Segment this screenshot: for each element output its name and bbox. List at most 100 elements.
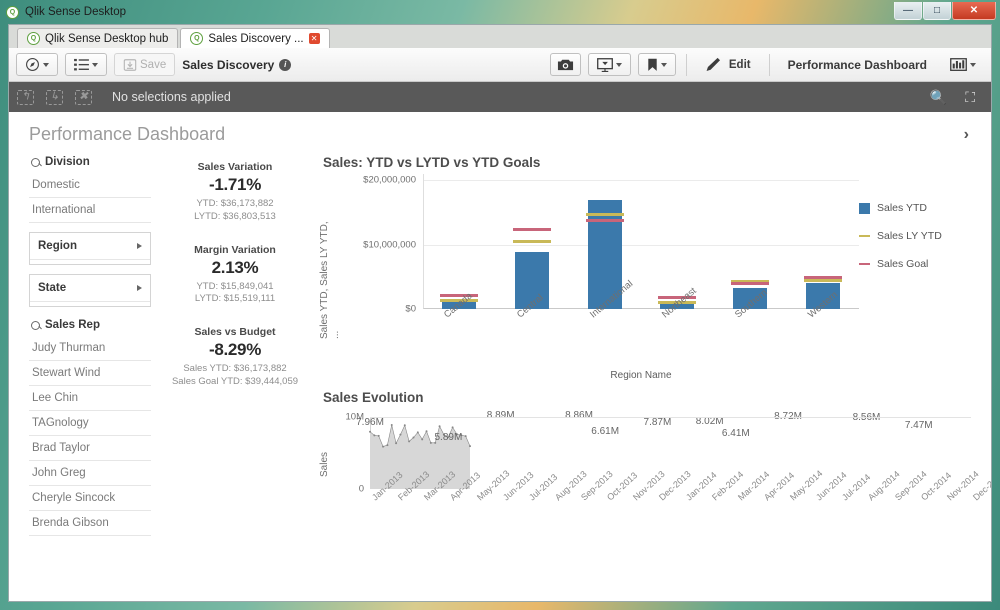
search-icon[interactable]: 🔍 [930,89,947,106]
data-point[interactable] [395,442,398,445]
list-item[interactable]: TAGnology [29,411,151,436]
toolbar-divider [685,53,687,76]
kpi-title: Margin Variation [194,243,276,256]
save-icon [123,58,137,71]
chevron-right-icon[interactable] [137,243,142,249]
filter-sales-rep: Sales Rep Judy Thurman Stewart Wind Lee … [29,316,151,536]
data-point[interactable] [373,434,376,437]
tab-hub-label: Qlik Sense Desktop hub [45,32,169,45]
list-item[interactable]: Brad Taylor [29,436,151,461]
chevron-down-icon [43,62,49,67]
tab-close-icon[interactable]: ✕ [308,33,320,44]
story-button[interactable] [587,53,631,76]
data-point[interactable] [408,440,411,443]
close-button[interactable]: ✕ [952,2,996,20]
legend-item[interactable]: Sales LY YTD [859,230,967,242]
sheet-header: Performance Dashboard › [9,112,991,149]
filter-division-title: Division [45,156,90,168]
tab-sales-discovery[interactable]: Q Sales Discovery ... ✕ [180,28,330,48]
filter-state-title: State [38,282,67,294]
data-point[interactable] [429,441,432,444]
data-point[interactable] [438,425,441,428]
search-icon[interactable] [31,157,40,167]
os-window-title: Qlik Sense Desktop [25,6,126,18]
area-chart-plot: 10M 0 7.96M 5.89M 8.89M 8.86M 6.61M 7.87M 8.02M… [330,409,991,559]
chevron-down-icon [92,62,98,67]
area-chart[interactable]: Sales Evolution Sales 10M 0 7.96M 5.89M 8.8… [319,390,991,559]
search-icon[interactable] [31,320,40,330]
data-label: 6.41M [721,427,750,439]
list-item[interactable]: Lee Chin [29,386,151,411]
bookmark-button[interactable] [637,53,676,76]
legend-item[interactable]: Sales YTD [859,202,967,214]
data-point[interactable] [403,424,406,427]
filter-region[interactable]: Region [29,232,151,265]
chevron-down-icon [660,62,667,67]
clear-selections-icon[interactable]: ✖ [75,89,92,105]
edit-button[interactable]: Edit [697,53,759,76]
data-point[interactable] [386,444,389,447]
data-point[interactable] [451,426,454,429]
legend-label: Sales YTD [877,202,927,214]
snapshot-button[interactable] [549,53,581,76]
maximize-button[interactable]: □ [923,2,951,20]
data-point[interactable] [369,430,371,433]
data-point[interactable] [425,430,428,433]
legend-swatch [859,202,870,214]
list-item[interactable]: Judy Thurman [29,336,151,361]
info-icon[interactable]: i [279,58,292,71]
selection-bar: ↰ ↳ ✖ No selections applied 🔍 ⛶ [9,82,991,112]
minimize-button[interactable]: — [894,2,922,20]
bar-chart-y-ticks: $20,000,000 $10,000,000 $0 [341,174,421,315]
axis-tick-label: $20,000,000 [363,174,416,186]
legend-label: Sales Goal [877,258,929,270]
area-chart-title: Sales Evolution [323,390,424,405]
tab-hub[interactable]: Q Qlik Sense Desktop hub [17,28,179,48]
data-point[interactable] [421,438,424,441]
kpi-subline: LYTD: $36,803,513 [194,210,276,222]
legend-item[interactable]: Sales Goal [859,258,967,270]
data-point[interactable] [469,445,471,448]
tab-strip: Q Qlik Sense Desktop hub Q Sales Discove… [9,25,991,48]
selection-tool-icon[interactable]: ⛶ [965,89,975,106]
bar-group[interactable] [803,174,842,309]
data-point[interactable] [390,423,393,426]
list-item[interactable]: Cheryle Sincock [29,486,151,511]
chevron-down-icon [615,62,622,67]
data-point[interactable] [382,445,385,448]
kpi-subline: Sales YTD: $36,173,882 [183,363,287,375]
area-chart-y-axis-label: Sales [319,451,330,477]
bar-chart[interactable]: Sales: YTD vs LYTD vs YTD Goals Sales YT… [319,155,977,384]
selection-status-text: No selections applied [112,90,231,104]
kpi-subline: YTD: $36,173,882 [196,198,274,209]
data-point[interactable] [464,435,467,438]
filter-state-strip [30,301,150,306]
step-forward-icon[interactable]: ↳ [46,89,63,105]
data-point[interactable] [399,433,402,436]
bar-group[interactable] [512,174,551,309]
chevron-right-icon[interactable] [137,285,142,291]
chevron-right-icon[interactable]: › [964,126,975,144]
list-item[interactable]: International [29,198,151,223]
filter-region-strip [30,259,150,264]
list-item[interactable]: Stewart Wind [29,361,151,386]
kpi-value: -8.29% [208,340,262,360]
list-item[interactable]: John Greg [29,461,151,486]
sheet-list-button[interactable] [65,53,107,76]
document-title: Sales Discovery i [182,58,292,72]
filter-panel: Division Domestic International Region S… [29,149,151,601]
list-item[interactable]: Brenda Gibson [29,511,151,536]
navigation-menu-button[interactable] [16,53,58,76]
bar-group[interactable] [440,174,479,309]
data-point[interactable] [377,434,380,437]
data-point[interactable] [412,436,415,439]
save-button[interactable]: Save [114,53,176,76]
filter-state[interactable]: State [29,274,151,307]
legend-swatch [859,234,870,238]
data-point[interactable] [416,431,419,434]
selection-history-controls: ↰ ↳ ✖ [17,89,92,105]
list-item[interactable]: Domestic [29,173,151,198]
step-back-icon[interactable]: ↰ [17,89,34,105]
sheet-picker-button[interactable] [942,53,984,76]
kpi-sales-variation: Sales Variation -1.71% YTD: $36,173,882 … [151,161,319,224]
